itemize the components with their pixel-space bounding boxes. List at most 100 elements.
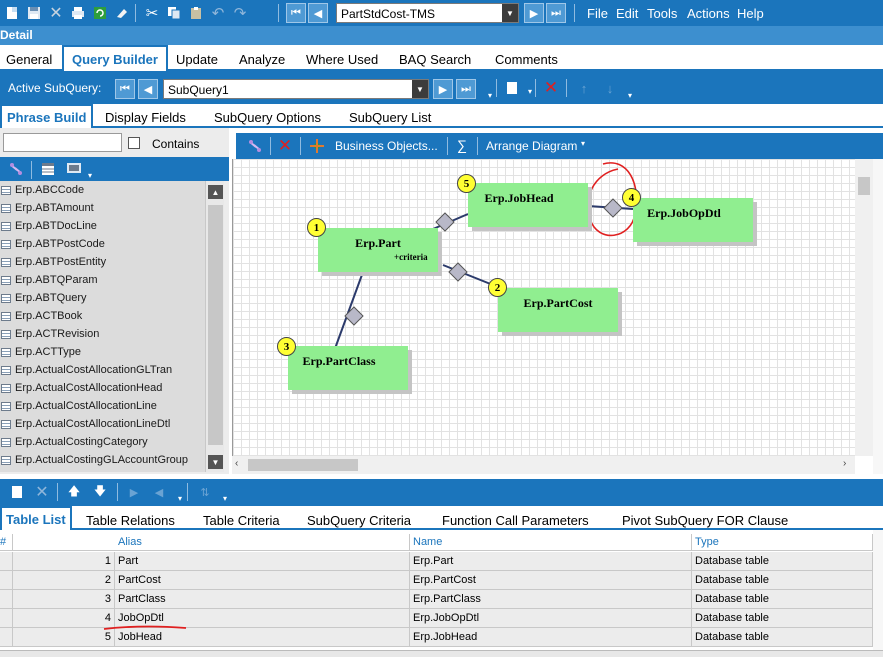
copy-icon[interactable]: [164, 3, 184, 23]
cell-name[interactable]: Erp.PartClass: [410, 590, 692, 609]
table-list-item[interactable]: Erp.ActualCostingCategory: [0, 433, 205, 451]
new-subquery-menu-icon[interactable]: ▾: [520, 81, 540, 101]
table-list-item[interactable]: Erp.ACTBook: [0, 307, 205, 325]
delete-row-icon[interactable]: ✕: [32, 482, 52, 502]
table-row[interactable]: 1 Part Erp.Part Database table: [0, 552, 873, 571]
cell-type[interactable]: Database table: [692, 628, 873, 647]
table-list-scrollbar[interactable]: ▲ ▼: [205, 181, 224, 472]
table-list-item[interactable]: Erp.ABTDocLine: [0, 217, 205, 235]
cell-name[interactable]: Erp.JobOpDtl: [410, 609, 692, 628]
cell-number[interactable]: 3: [13, 590, 115, 609]
previous-subquery-icon[interactable]: ◀: [138, 79, 158, 99]
first-record-icon[interactable]: ⏮: [286, 3, 306, 23]
chevron-down-icon[interactable]: ▼: [412, 80, 428, 98]
business-objects-button[interactable]: Business Objects...: [335, 139, 438, 153]
row-selector[interactable]: [0, 571, 13, 590]
table-list-item[interactable]: Erp.ActualCostAllocationLineDtl: [0, 415, 205, 433]
menu-file[interactable]: File: [587, 6, 608, 21]
clear-icon[interactable]: [112, 3, 132, 23]
row-selector[interactable]: [0, 609, 13, 628]
tab-comments[interactable]: Comments: [495, 52, 558, 67]
overflow-chevron-icon[interactable]: ▾: [480, 85, 500, 105]
column-header-name[interactable]: Name: [410, 534, 692, 551]
tab-table-list[interactable]: Table List: [0, 506, 72, 530]
move-up-icon[interactable]: ↑: [574, 78, 594, 98]
menu-edit[interactable]: Edit: [616, 6, 638, 21]
tab-display-fields[interactable]: Display Fields: [105, 110, 186, 125]
tab-phrase-build[interactable]: Phrase Build: [0, 104, 94, 128]
link-icon[interactable]: [245, 136, 265, 156]
cell-type[interactable]: Database table: [692, 571, 873, 590]
scroll-thumb[interactable]: [208, 205, 223, 445]
tab-query-builder[interactable]: Query Builder: [62, 45, 168, 71]
arrange-diagram-button[interactable]: Arrange Diagram: [486, 139, 577, 153]
cell-number[interactable]: 1: [13, 552, 115, 571]
table-list-item[interactable]: Erp.ABTPostEntity: [0, 253, 205, 271]
paste-icon[interactable]: [186, 3, 206, 23]
menu-actions[interactable]: Actions: [687, 6, 730, 21]
previous-record-icon[interactable]: ◀: [308, 3, 328, 23]
tab-table-criteria[interactable]: Table Criteria: [203, 513, 280, 528]
row-selector[interactable]: [0, 628, 13, 647]
column-header-alias[interactable]: Alias: [115, 534, 410, 551]
tab-update[interactable]: Update: [176, 52, 218, 67]
cell-name[interactable]: Erp.PartCost: [410, 571, 692, 590]
table-list-item[interactable]: Erp.ActualCostAllocationGLTran: [0, 361, 205, 379]
table-list-item[interactable]: Erp.ABCCode: [0, 181, 205, 199]
table-row[interactable]: 2 PartCost Erp.PartCost Database table: [0, 571, 873, 590]
table-list-item[interactable]: Erp.ABTPostCode: [0, 235, 205, 253]
table-view-icon[interactable]: [38, 159, 58, 179]
active-subquery-combo[interactable]: SubQuery1 ▼: [163, 79, 429, 99]
overflow-chevron-icon-2[interactable]: ▾: [620, 85, 640, 105]
chevron-down-icon[interactable]: ▼: [502, 4, 518, 22]
move-down-icon[interactable]: 🡇: [90, 482, 110, 502]
table-list-item[interactable]: Erp.ABTQParam: [0, 271, 205, 289]
delete-table-icon[interactable]: ✕: [275, 136, 295, 156]
table-list-item[interactable]: Erp.ActualCostingGLAccountGroup: [0, 451, 205, 469]
save-icon[interactable]: [24, 3, 44, 23]
cell-name[interactable]: Erp.JobHead: [410, 628, 692, 647]
contains-checkbox[interactable]: [128, 137, 140, 149]
last-subquery-icon[interactable]: ⏭: [456, 79, 476, 99]
tab-baq-search[interactable]: BAQ Search: [399, 52, 471, 67]
cell-number[interactable]: 2: [13, 571, 115, 590]
table-list-item[interactable]: Erp.ActualCostAllocationLine: [0, 397, 205, 415]
sort-chevron-icon[interactable]: ▾: [215, 488, 235, 508]
node-partcost[interactable]: Erp.PartCost: [498, 288, 618, 332]
node-partclass[interactable]: Erp.PartClass: [288, 346, 408, 390]
tab-pivot-subquery[interactable]: Pivot SubQuery FOR Clause: [622, 513, 788, 528]
arrange-diagram-chevron-icon[interactable]: ▾: [581, 139, 585, 148]
move-up-icon[interactable]: 🡅: [64, 482, 84, 502]
diagram-horizontal-scrollbar[interactable]: ‹ ›: [232, 456, 855, 474]
scroll-up-icon[interactable]: ▲: [208, 185, 223, 199]
tab-where-used[interactable]: Where Used: [306, 52, 378, 67]
move-down-icon[interactable]: ↓: [600, 78, 620, 98]
cell-alias[interactable]: Part: [115, 552, 410, 571]
table-list-item[interactable]: Erp.ActualCostAllocationHead: [0, 379, 205, 397]
sigma-icon[interactable]: ∑: [457, 137, 467, 153]
last-record-icon[interactable]: ⏭: [546, 3, 566, 23]
row-selector[interactable]: [0, 590, 13, 609]
menu-tools[interactable]: Tools: [647, 6, 677, 21]
scroll-right-icon[interactable]: ›: [843, 458, 846, 469]
table-row[interactable]: 3 PartClass Erp.PartClass Database table: [0, 590, 873, 609]
node-jobhead[interactable]: Erp.JobHead: [468, 183, 588, 227]
new-icon[interactable]: [2, 3, 22, 23]
menu-help[interactable]: Help: [737, 6, 764, 21]
new-row-icon[interactable]: [7, 482, 27, 502]
sort-icon[interactable]: ⇅: [195, 482, 215, 502]
table-list[interactable]: Erp.ABCCode Erp.ABTAmount Erp.ABTDocLine Er…: [0, 181, 205, 472]
table-list-item[interactable]: Erp.ABTAmount: [0, 199, 205, 217]
tab-function-call-parameters[interactable]: Function Call Parameters: [442, 513, 589, 528]
table-search-input[interactable]: [3, 133, 122, 152]
new-subquery-icon[interactable]: [502, 78, 522, 98]
cut-icon[interactable]: ✂: [142, 3, 162, 23]
undo-icon[interactable]: ↶: [208, 3, 228, 23]
node-part[interactable]: Erp.Part +criteria: [318, 228, 438, 272]
cell-type[interactable]: Database table: [692, 552, 873, 571]
tab-general[interactable]: General: [6, 52, 52, 67]
scroll-left-icon[interactable]: ‹: [235, 458, 238, 469]
next-subquery-icon[interactable]: ▶: [433, 79, 453, 99]
query-diagram[interactable]: Erp.Part +criteria Erp.PartCost Erp.Part…: [232, 159, 855, 456]
refresh-icon[interactable]: [90, 3, 110, 23]
